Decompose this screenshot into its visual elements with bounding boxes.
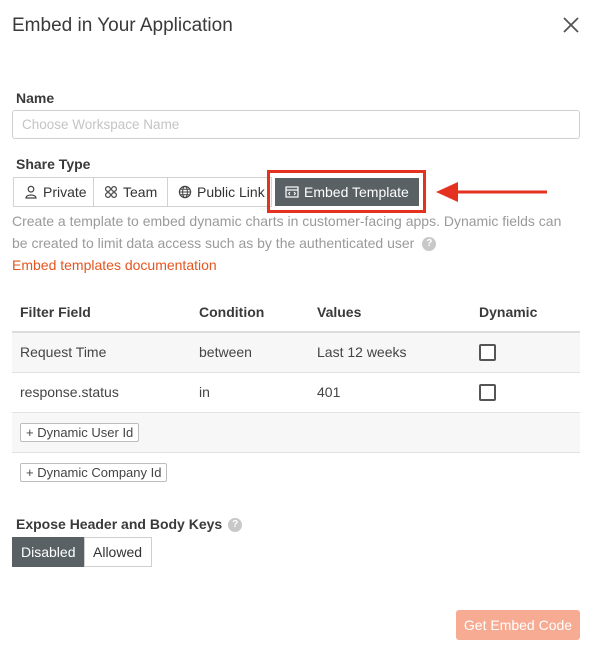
- share-type-description: Create a template to embed dynamic chart…: [12, 210, 587, 254]
- share-public-link-label: Public Link: [197, 184, 265, 200]
- filter-field-cell: Request Time: [12, 332, 191, 373]
- share-type-label: Share Type: [16, 156, 91, 172]
- help-icon[interactable]: ?: [228, 518, 243, 533]
- globe-icon: [178, 185, 192, 199]
- filter-table: Filter Field Condition Values Dynamic Re…: [12, 292, 580, 492]
- close-icon[interactable]: [560, 14, 582, 36]
- add-dynamic-company-id-button[interactable]: + Dynamic Company Id: [20, 462, 168, 482]
- value-cell: Last 12 weeks: [309, 332, 471, 373]
- condition-cell: in: [191, 372, 309, 413]
- pointer-arrow: [436, 182, 547, 202]
- add-company-id-cell: + Dynamic Company Id: [12, 452, 580, 492]
- workspace-name-input[interactable]: [12, 110, 580, 139]
- values-header: Values: [309, 292, 471, 333]
- dynamic-checkbox[interactable]: [479, 344, 496, 362]
- filter-field-header: Filter Field: [12, 292, 191, 333]
- help-icon[interactable]: ?: [422, 237, 437, 252]
- description-line-2: be created to limit data access such as …: [12, 235, 415, 251]
- dynamic-checkbox[interactable]: [479, 383, 496, 401]
- share-public-link-button[interactable]: Public Link: [167, 177, 272, 207]
- name-label: Name: [16, 90, 55, 106]
- dynamic-header: Dynamic: [471, 292, 580, 333]
- person-icon: [25, 185, 37, 199]
- dynamic-cell: [471, 372, 580, 413]
- value-cell: 401: [309, 372, 471, 413]
- share-private-label: Private: [43, 184, 87, 200]
- add-dynamic-user-id-button[interactable]: + Dynamic User Id: [20, 422, 140, 442]
- expose-keys-label: Expose Header and Body Keys?: [16, 516, 243, 533]
- expose-keys-text: Expose Header and Body Keys: [16, 516, 223, 532]
- table-row: Request Time between Last 12 weeks: [12, 332, 580, 373]
- condition-cell: between: [191, 332, 309, 373]
- filter-table-header: Filter Field Condition Values Dynamic: [12, 292, 580, 333]
- table-row: response.status in 401: [12, 372, 580, 413]
- description-line-2-wrap: be created to limit data access such as …: [12, 232, 587, 254]
- description-line-1: Create a template to embed dynamic chart…: [12, 213, 562, 229]
- embed-template-highlight: [267, 170, 426, 213]
- share-private-button[interactable]: Private: [13, 177, 94, 207]
- condition-header: Condition: [191, 292, 309, 333]
- share-team-button[interactable]: Team: [93, 177, 168, 207]
- table-row: + Dynamic User Id: [12, 412, 580, 453]
- embed-templates-doc-link[interactable]: Embed templates documentation: [12, 257, 217, 273]
- table-row: + Dynamic Company Id: [12, 452, 580, 492]
- filter-field-cell: response.status: [12, 372, 191, 413]
- dialog-title: Embed in Your Application: [12, 15, 233, 36]
- add-user-id-cell: + Dynamic User Id: [12, 412, 580, 453]
- share-team-label: Team: [123, 184, 158, 200]
- expose-allowed-button[interactable]: Allowed: [84, 537, 152, 567]
- get-embed-code-button[interactable]: Get Embed Code: [456, 610, 580, 640]
- dynamic-cell: [471, 332, 580, 373]
- team-icon: [104, 185, 118, 199]
- expose-disabled-button[interactable]: Disabled: [12, 537, 85, 567]
